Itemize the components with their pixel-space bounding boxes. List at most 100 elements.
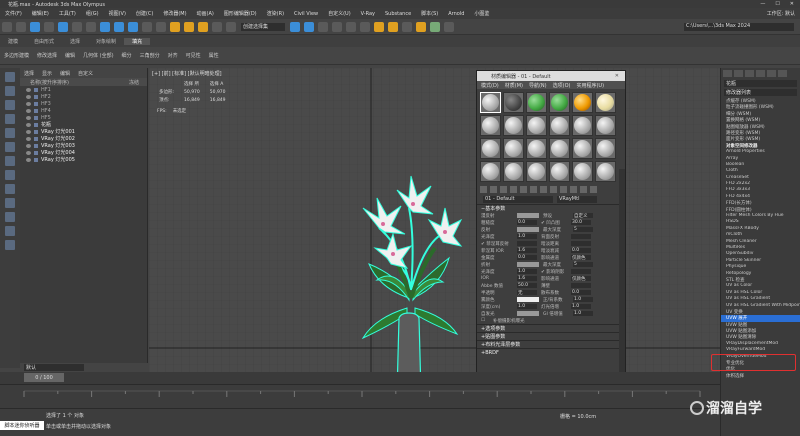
tab-object-paint[interactable]: 对象绘制 <box>88 38 124 45</box>
ribbon-item[interactable]: 属性 <box>205 52 223 59</box>
scene-list-item[interactable]: VRay 灯光003 <box>20 142 147 149</box>
scene-list-item[interactable]: HF3 <box>20 100 147 107</box>
param-value[interactable]: 1.0 <box>517 234 537 239</box>
color-swatch[interactable] <box>517 297 539 302</box>
containers-icon[interactable] <box>5 212 15 222</box>
param-value[interactable]: 0.0 <box>517 255 537 260</box>
sample-slot[interactable] <box>549 115 570 136</box>
visibility-icon[interactable] <box>26 87 31 92</box>
mat-menu-navigation[interactable]: 导航(N) <box>529 82 547 89</box>
link-icon[interactable] <box>30 21 40 32</box>
param-value[interactable]: 1.6 <box>517 248 537 253</box>
close-icon[interactable]: ✕ <box>615 73 625 79</box>
time-slider[interactable]: 0 / 100 <box>24 373 64 382</box>
tab-freeform[interactable]: 自由形式 <box>26 38 62 45</box>
sample-slot[interactable] <box>572 92 593 113</box>
menu-file[interactable]: 文件(F) <box>0 10 27 17</box>
sample-slot[interactable] <box>595 115 616 136</box>
show-end-result-icon[interactable] <box>570 186 577 193</box>
visibility-icon[interactable] <box>26 108 31 113</box>
selection-set-dropdown[interactable]: 创建选择集 <box>241 22 285 31</box>
mat-menu-material[interactable]: 材质(M) <box>505 82 523 89</box>
layer-dropdown[interactable]: 默认 <box>24 364 84 371</box>
param-value[interactable]: 0.0 <box>571 248 591 253</box>
menu-vray[interactable]: V-Ray <box>356 11 380 17</box>
param-value[interactable] <box>517 241 537 246</box>
menu-group[interactable]: 组(G) <box>81 10 104 17</box>
snap-icon[interactable] <box>170 21 180 32</box>
mat-menu-mode[interactable]: 模式(D) <box>481 82 499 89</box>
color-swatch[interactable] <box>517 213 539 218</box>
shapes-icon[interactable] <box>5 100 15 110</box>
ribbon-item[interactable]: 编辑 <box>61 52 79 59</box>
sample-slot[interactable] <box>480 161 501 182</box>
tab-display[interactable]: 显示 <box>42 70 52 77</box>
menu-substance[interactable]: Substance <box>380 11 416 17</box>
param-value[interactable] <box>571 241 591 246</box>
put-to-library-icon[interactable] <box>540 186 547 193</box>
scale-icon[interactable] <box>128 21 138 32</box>
column-name-header[interactable]: 名称(按升序排序) <box>30 79 69 86</box>
frozen-icon[interactable] <box>5 240 15 250</box>
scene-list-item[interactable]: VRay 灯光004 <box>20 149 147 156</box>
param-value[interactable]: 1.0 <box>573 311 593 316</box>
sample-slot[interactable] <box>526 161 547 182</box>
color-swatch[interactable] <box>517 227 539 232</box>
sample-slot[interactable] <box>503 92 524 113</box>
menu-animation[interactable]: 动画(A) <box>192 10 219 17</box>
cameras-icon[interactable] <box>5 128 15 138</box>
mat-menu-utilities[interactable]: 实用程序(U) <box>576 82 604 89</box>
param-value[interactable]: 1.0 <box>573 297 593 302</box>
column-frozen-header[interactable]: 冻结 <box>129 79 147 86</box>
spinner-snap-icon[interactable] <box>212 21 222 32</box>
menu-scripting[interactable]: 脚本(S) <box>416 10 443 17</box>
render-frame-icon[interactable] <box>402 21 412 32</box>
scene-list-item[interactable]: HF2 <box>20 93 147 100</box>
tab-populate[interactable]: 填充 <box>124 37 151 45</box>
menu-edit[interactable]: 编辑(E) <box>27 10 54 17</box>
menu-graph-editors[interactable]: 图形编辑器(D) <box>219 10 262 17</box>
reference-icon[interactable] <box>142 21 152 32</box>
rollout-header[interactable]: + 贴图参数 <box>477 332 625 340</box>
sample-slot[interactable] <box>595 138 616 159</box>
maxscript-listener-button[interactable]: 脚本迷你侦听器 <box>0 421 44 430</box>
sample-slot[interactable] <box>526 115 547 136</box>
visibility-icon[interactable] <box>26 157 31 162</box>
scene-list-item[interactable]: HF1 <box>20 86 147 93</box>
param-value[interactable] <box>571 283 591 288</box>
sample-slot[interactable] <box>572 161 593 182</box>
ribbon-item[interactable]: 对齐 <box>164 52 182 59</box>
sample-slot[interactable] <box>480 115 501 136</box>
param-value[interactable]: 1.0 <box>517 304 537 309</box>
visibility-icon[interactable] <box>26 94 31 99</box>
select-icon[interactable] <box>58 21 68 32</box>
render-icon[interactable] <box>416 21 426 32</box>
menu-modifiers[interactable]: 修改器(M) <box>158 10 191 17</box>
tab-modeling[interactable]: 建模 <box>0 38 26 45</box>
ribbon-icon[interactable] <box>332 21 342 32</box>
track-bar[interactable] <box>0 384 720 408</box>
ribbon-item[interactable]: 可见性 <box>182 52 205 59</box>
sample-slot[interactable] <box>595 92 616 113</box>
bones-icon[interactable] <box>5 198 15 208</box>
tab-customize[interactable]: 自定义 <box>78 70 93 77</box>
material-type-button[interactable]: VRayMtl <box>557 195 597 203</box>
make-unique-icon[interactable] <box>530 186 537 193</box>
rollout-header[interactable]: + BRDF <box>477 348 625 356</box>
scene-list-item[interactable]: VRay 灯光002 <box>20 135 147 142</box>
geometry-icon[interactable] <box>5 86 15 96</box>
utilities-tab-icon[interactable] <box>778 70 787 77</box>
material-name-field[interactable]: 01 - Default <box>483 195 553 203</box>
sample-slot[interactable] <box>572 115 593 136</box>
menu-create[interactable]: 创建(C) <box>131 10 158 17</box>
param-value[interactable]: 0.0 <box>571 290 591 295</box>
sample-slot[interactable] <box>526 138 547 159</box>
project-path-field[interactable]: C:\Users\...\3ds Max 2024 <box>684 22 794 31</box>
ribbon-item[interactable]: 几何体 (全部) <box>79 52 118 59</box>
display-tab-icon[interactable] <box>767 70 776 77</box>
particles-icon[interactable] <box>5 226 15 236</box>
scene-list-item[interactable]: HF5 <box>20 114 147 121</box>
sample-slot[interactable] <box>503 138 524 159</box>
menu-rendering[interactable]: 渲染(R) <box>262 10 289 17</box>
get-material-icon[interactable] <box>480 186 487 193</box>
